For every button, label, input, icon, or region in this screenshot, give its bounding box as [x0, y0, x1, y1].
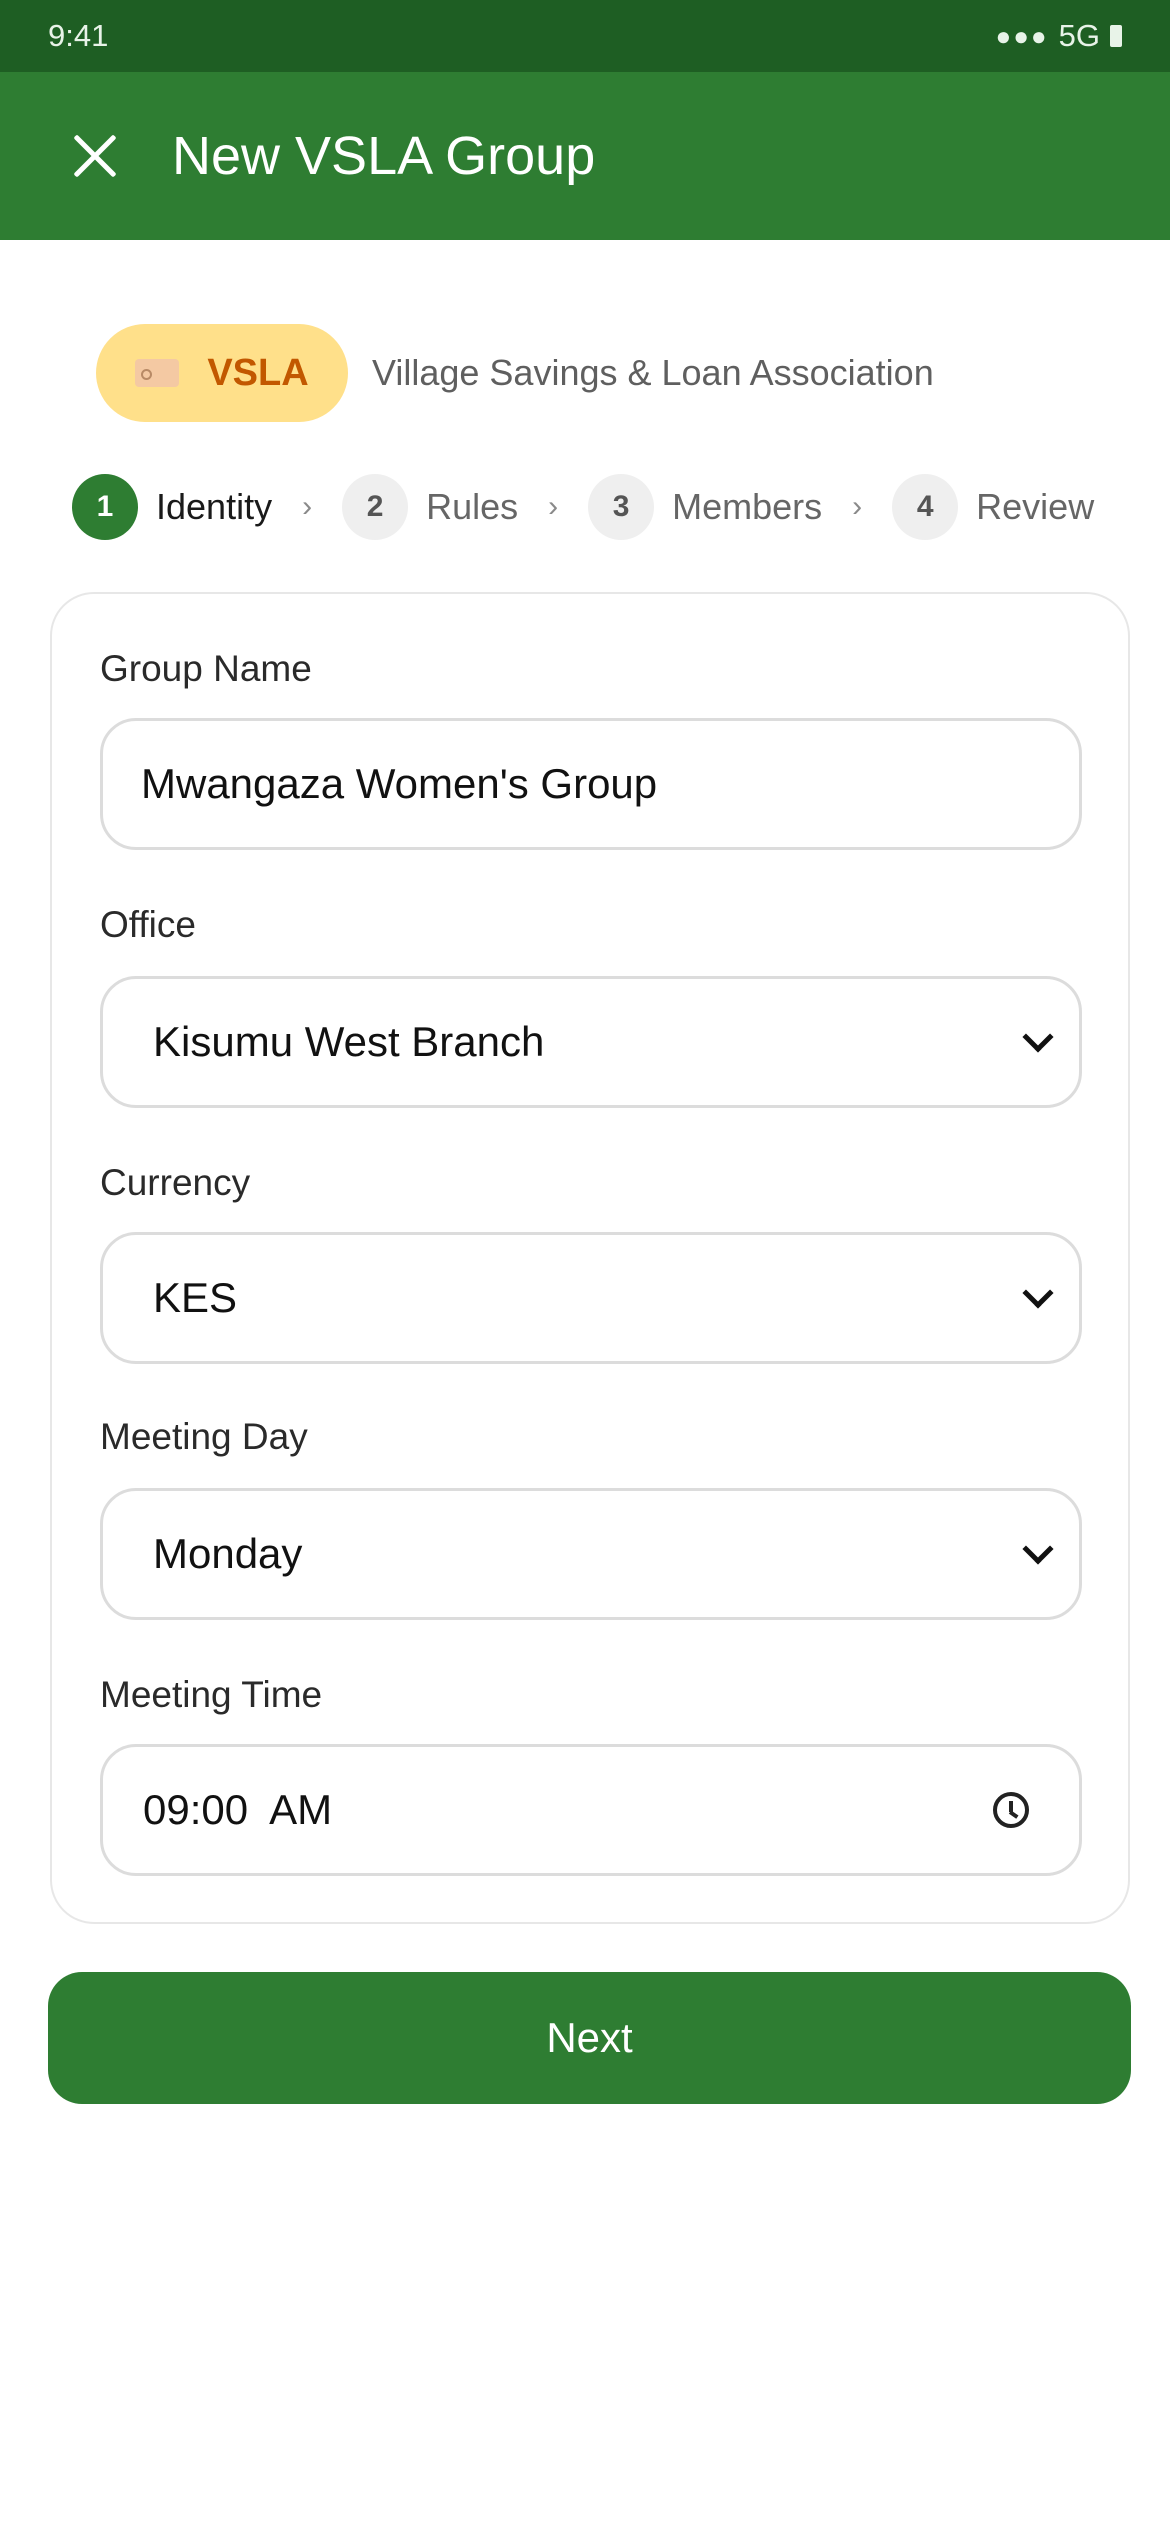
group-type-description: Village Savings & Loan Association	[372, 352, 934, 393]
clock-icon[interactable]	[993, 1792, 1029, 1828]
close-icon[interactable]	[66, 127, 124, 185]
app-bar: New VSLA Group	[0, 72, 1170, 240]
status-time: 9:41	[48, 18, 109, 53]
vsla-badge: VSLA	[96, 324, 348, 422]
chevron-down-icon	[1022, 1277, 1054, 1309]
signal-icon: ●●●	[995, 20, 1049, 51]
group-name-label: Group Name	[100, 648, 312, 689]
currency-label: Currency	[100, 1162, 251, 1203]
chevron-down-icon	[1022, 1533, 1054, 1565]
office-label: Office	[100, 904, 196, 945]
currency-value: KES	[153, 1274, 238, 1321]
office-select[interactable]: Kisumu West Branch	[100, 976, 1082, 1108]
next-button[interactable]: Next	[48, 1972, 1131, 2104]
stepper: 1 Identity › 2 Rules › 3 Members › 4 Rev…	[72, 472, 1112, 542]
status-indicators: ●●● 5G	[996, 18, 1122, 54]
step-number: 1	[72, 474, 138, 540]
group-name-input[interactable]: Mwangaza Women's Group	[100, 718, 1082, 850]
meeting-time-label: Meeting Time	[100, 1674, 323, 1715]
step-number: 2	[342, 474, 409, 540]
group-name-value: Mwangaza Women's Group	[141, 760, 658, 807]
group-type-row: VSLA Village Savings & Loan Association	[96, 324, 934, 422]
page-title: New VSLA Group	[172, 126, 596, 186]
chevron-right-icon: ›	[852, 490, 863, 523]
network-label: 5G	[1058, 18, 1100, 53]
chevron-right-icon: ›	[548, 490, 559, 523]
step-number: 4	[892, 474, 959, 540]
step-label: Members	[672, 486, 823, 527]
meeting-day-value: Monday	[153, 1530, 303, 1577]
status-bar: 9:41 ●●● 5G	[0, 0, 1170, 72]
step-rules[interactable]: 2 Rules	[342, 474, 518, 540]
meeting-time-input[interactable]: 09:00 AM	[100, 1744, 1082, 1876]
meeting-day-label: Meeting Day	[100, 1416, 308, 1457]
step-members[interactable]: 3 Members	[588, 474, 822, 540]
office-value: Kisumu West Branch	[153, 1018, 545, 1065]
chevron-down-icon	[1022, 1021, 1054, 1053]
step-identity[interactable]: 1 Identity	[72, 474, 272, 540]
identity-form-card: Group Name Mwangaza Women's Group Office…	[50, 592, 1130, 1924]
chevron-right-icon: ›	[302, 490, 313, 523]
step-review[interactable]: 4 Review	[892, 474, 1094, 540]
step-number: 3	[588, 474, 655, 540]
currency-select[interactable]: KES	[100, 1232, 1082, 1364]
battery-icon	[1110, 25, 1122, 47]
step-label: Identity	[156, 486, 273, 527]
step-label: Review	[976, 486, 1095, 527]
meeting-day-select[interactable]: Monday	[100, 1488, 1082, 1620]
tag-icon	[135, 359, 180, 387]
step-label: Rules	[426, 486, 519, 527]
vsla-badge-label: VSLA	[207, 351, 309, 394]
meeting-time-value: 09:00 AM	[143, 1786, 333, 1833]
